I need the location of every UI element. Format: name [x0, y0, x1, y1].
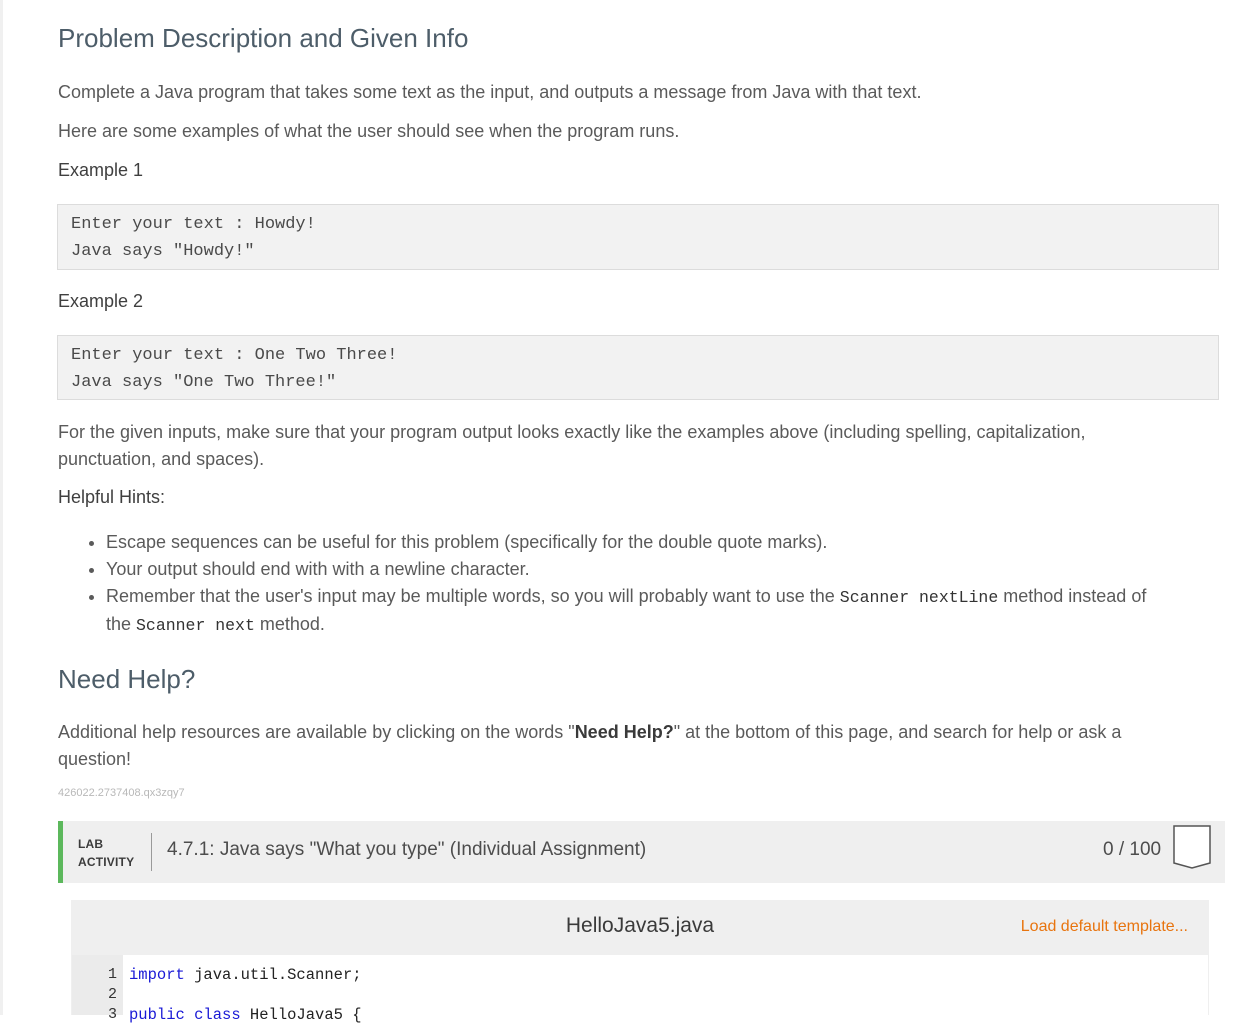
problem-title: Problem Description and Given Info	[58, 23, 469, 53]
lab-title: 4.7.1: Java says "What you type" (Indivi…	[167, 839, 647, 860]
lab-tag-line1: LAB	[78, 837, 104, 851]
example2-line1: Enter your text : One Two Three!	[71, 346, 398, 365]
page-left-edge	[0, 0, 3, 1015]
line-number: 1	[107, 966, 117, 983]
example1-line1: Enter your text : Howdy!	[71, 215, 316, 234]
hint3-text-part3: the	[106, 614, 137, 634]
hint-item: Remember that the user's input may be mu…	[106, 583, 1248, 639]
hint3-text-part2: method instead of	[998, 586, 1147, 606]
example2-label: Example 2	[58, 291, 144, 311]
completion-badge-icon	[1173, 825, 1211, 869]
example2-codebox: Enter your text : One Two Three! Java say…	[57, 335, 1219, 400]
lab-activity-tag: LAB ACTIVITY	[78, 835, 134, 871]
example1-line2: Java says "Howdy!"	[71, 242, 255, 261]
hint3-code2: Scanner next	[136, 616, 255, 635]
editor-body[interactable]: 1 2 3 import java.util.Scanner; public c…	[72, 955, 1208, 1024]
examples-intro: Here are some examples of what the user …	[58, 121, 680, 141]
code-text: HelloJava5 {	[240, 1006, 362, 1024]
hint3-code1: Scanner nextLine	[839, 588, 999, 607]
help-text-part2: " at the bottom of this page, and search…	[673, 722, 1122, 742]
instructions-line1: For the given inputs, make sure that you…	[58, 422, 1086, 442]
code-line[interactable]: public class HelloJava5 {	[129, 1006, 362, 1024]
code-editor: HelloJava5.java Load default template...…	[71, 900, 1209, 1024]
help-text-line2: question!	[58, 749, 132, 769]
line-number-gutter: 1 2 3	[72, 955, 123, 1023]
code-line[interactable]: import java.util.Scanner;	[129, 966, 362, 984]
example1-codebox: Enter your text : Howdy! Java says "Howdy…	[57, 204, 1219, 270]
instructions-line2: punctuation, and spaces).	[58, 449, 265, 469]
hints-list: Escape sequences can be useful for this …	[58, 529, 1248, 639]
line-number: 2	[107, 986, 117, 1003]
editor-header: HelloJava5.java Load default template...	[71, 900, 1209, 955]
hint3-text-part1: Remember that the user's input may be mu…	[106, 586, 840, 606]
hint2-text: Your output should end with with a newli…	[106, 559, 530, 579]
example2-line2: Java says "One Two Three!"	[71, 373, 337, 392]
hint1-text: Escape sequences can be useful for this …	[106, 532, 828, 552]
hint3-text-part4: method.	[254, 614, 325, 634]
lab-score: 0 / 100	[1103, 839, 1162, 860]
hints-label: Helpful Hints:	[58, 487, 166, 507]
code-keyword: import	[129, 966, 185, 984]
lab-tag-line2: ACTIVITY	[78, 855, 135, 869]
code-keyword: public class	[129, 1006, 241, 1024]
help-title: Need Help?	[58, 664, 196, 694]
instructions: For the given inputs, make sure that you…	[58, 419, 1218, 473]
example1-label: Example 1	[58, 160, 144, 180]
help-text-bold: Need Help?	[574, 722, 674, 742]
load-default-template-button[interactable]: Load default template...	[1021, 918, 1188, 936]
hint-item: Escape sequences can be useful for this …	[106, 529, 1248, 556]
lab-activity-bar: LAB ACTIVITY 4.7.1: Java says "What you …	[58, 821, 1225, 883]
content-id: 426022.2737408.qx3zqy7	[58, 787, 185, 799]
help-text: Additional help resources are available …	[58, 719, 1218, 773]
code-text: java.util.Scanner;	[184, 966, 362, 984]
problem-intro: Complete a Java program that takes some …	[58, 82, 922, 102]
help-text-part1: Additional help resources are available …	[58, 722, 575, 742]
hint-item: Your output should end with with a newli…	[106, 556, 1248, 583]
lab-separator	[151, 833, 152, 871]
